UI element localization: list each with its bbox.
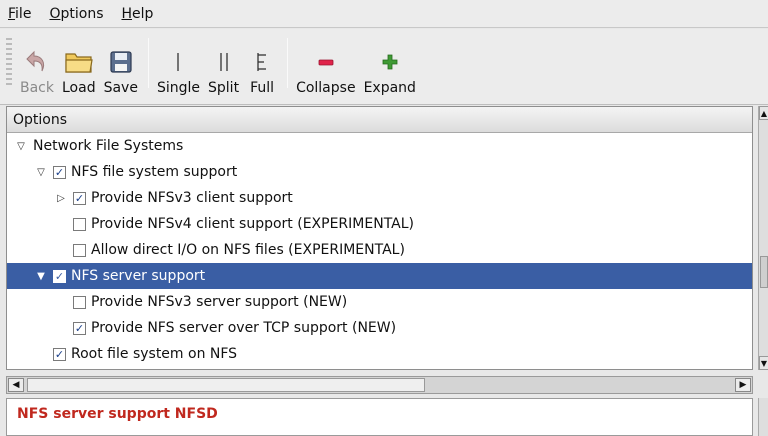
folder-icon: [64, 47, 94, 77]
toolbar-grip[interactable]: [6, 37, 12, 88]
expander-open-icon[interactable]: ▽: [35, 166, 47, 178]
checkbox-unchecked[interactable]: [73, 295, 86, 309]
menu-bar: File Options Help: [0, 0, 768, 28]
tree-row-direct-io-nfs[interactable]: Allow direct I/O on NFS files (EXPERIMEN…: [7, 237, 752, 263]
collapse-button[interactable]: Collapse: [296, 36, 356, 96]
menu-file[interactable]: File: [8, 6, 31, 22]
scroll-down-icon[interactable]: ▼: [759, 356, 768, 370]
tree-row-nfs-server-over-tcp[interactable]: ✓ Provide NFS server over TCP support (N…: [7, 315, 752, 341]
expander-open-icon[interactable]: ▽: [15, 140, 27, 152]
tree-row-nfsv3-server-support[interactable]: Provide NFSv3 server support (NEW): [7, 289, 752, 315]
checkbox-checked[interactable]: ✓: [73, 321, 86, 335]
back-arrow-icon: [22, 47, 52, 77]
tree-vertical-scrollbar[interactable]: ▲ ▼: [758, 106, 768, 370]
tree-horizontal-scrollbar[interactable]: ◀ ▶: [6, 376, 753, 394]
toolbar-separator: [147, 37, 149, 88]
options-tree: Options ▽ Network File Systems ▽ ✓ NFS f…: [6, 106, 753, 370]
split-pane-icon: [209, 47, 239, 77]
checkbox-unchecked[interactable]: [73, 217, 86, 231]
tree-row-nfs-server-support[interactable]: ▼ ✓ NFS server support: [7, 263, 752, 289]
toolbar-separator: [287, 37, 289, 88]
checkbox-checked[interactable]: ✓: [53, 269, 66, 283]
single-view-button[interactable]: Single: [157, 36, 200, 96]
save-button[interactable]: Save: [104, 36, 138, 96]
tree-row-network-file-systems[interactable]: ▽ Network File Systems: [7, 133, 752, 159]
checkbox-checked[interactable]: ✓: [73, 191, 86, 205]
checkbox-checked[interactable]: ✓: [53, 165, 66, 179]
menu-options[interactable]: Options: [49, 6, 103, 22]
scroll-thumb[interactable]: [760, 256, 768, 288]
full-view-button[interactable]: Full: [247, 36, 277, 96]
scroll-up-icon[interactable]: ▲: [759, 106, 768, 120]
tree-row-root-fs-on-nfs[interactable]: ✓ Root file system on NFS: [7, 341, 752, 367]
expander-open-icon[interactable]: ▼: [35, 270, 47, 282]
tree-column-header[interactable]: Options: [7, 107, 752, 133]
scroll-thumb[interactable]: [27, 378, 425, 392]
split-view-button[interactable]: Split: [208, 36, 239, 96]
floppy-disk-icon: [106, 47, 136, 77]
menu-help[interactable]: Help: [121, 6, 153, 22]
scroll-right-icon[interactable]: ▶: [735, 378, 751, 392]
help-vertical-scrollbar[interactable]: [758, 398, 768, 436]
checkbox-checked[interactable]: ✓: [53, 347, 66, 361]
plus-icon: [375, 47, 405, 77]
load-button[interactable]: Load: [62, 36, 96, 96]
tree-row-nfs-file-system-support[interactable]: ▽ ✓ NFS file system support: [7, 159, 752, 185]
scroll-left-icon[interactable]: ◀: [8, 378, 24, 392]
help-pane: NFS server support NFSD: [6, 398, 753, 436]
tree-row-nfsv4-client-support[interactable]: Provide NFSv4 client support (EXPERIMENT…: [7, 211, 752, 237]
expander-closed-icon[interactable]: ▷: [55, 192, 67, 204]
expand-button[interactable]: Expand: [364, 36, 416, 96]
minus-icon: [311, 47, 341, 77]
full-pane-icon: [247, 47, 277, 77]
back-button[interactable]: Back: [20, 36, 54, 96]
tree-row-nfsv3-client-support[interactable]: ▷ ✓ Provide NFSv3 client support: [7, 185, 752, 211]
toolbar: Back Load Save Single Split Full Collaps…: [0, 29, 768, 105]
checkbox-unchecked[interactable]: [73, 243, 86, 257]
single-pane-icon: [163, 47, 193, 77]
help-title: NFS server support NFSD: [17, 406, 218, 422]
